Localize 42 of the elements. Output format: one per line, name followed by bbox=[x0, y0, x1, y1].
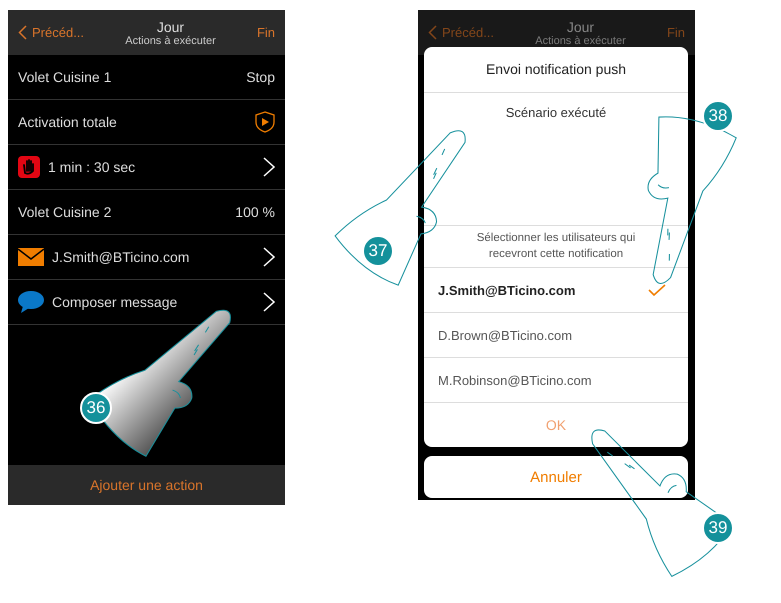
action-row[interactable]: Activation totale bbox=[8, 100, 285, 145]
row-label: Volet Cuisine 1 bbox=[18, 69, 112, 85]
screen-subtitle: Actions à exécuter bbox=[535, 34, 626, 46]
chevron-right-icon bbox=[263, 157, 275, 177]
user-email: D.Brown@BTicino.com bbox=[438, 328, 572, 343]
row-label: Composer message bbox=[52, 294, 178, 310]
user-email: M.Robinson@BTicino.com bbox=[438, 372, 592, 388]
action-row[interactable]: 1 min : 30 sec bbox=[8, 145, 285, 190]
screen-title: Jour bbox=[156, 18, 184, 34]
back-button[interactable]: Précéd... bbox=[18, 25, 84, 40]
user-option[interactable]: D.Brown@BTicino.com bbox=[424, 313, 688, 358]
dialog-prompt: Sélectionner les utilisateurs qui recevront cette notification bbox=[424, 226, 688, 268]
shield-play-icon bbox=[255, 111, 275, 133]
action-row[interactable]: Volet Cuisine 2 100 % bbox=[8, 190, 285, 235]
screen-title: Jour bbox=[566, 18, 594, 34]
step-number-badge: 38 bbox=[702, 100, 734, 132]
user-option[interactable]: J.Smith@BTicino.com bbox=[424, 268, 688, 314]
dialog-title: Envoi notification push bbox=[424, 47, 688, 93]
chevron-right-icon bbox=[263, 247, 275, 267]
hand-stop-icon bbox=[18, 156, 40, 178]
step-number-badge: 39 bbox=[702, 512, 734, 544]
action-row[interactable]: Volet Cuisine 1 Stop bbox=[8, 55, 285, 100]
chevron-left-icon bbox=[18, 25, 27, 40]
user-option[interactable]: M.Robinson@BTicino.com bbox=[424, 358, 688, 404]
step-number-badge: 37 bbox=[362, 235, 394, 267]
chevron-left-icon bbox=[428, 25, 437, 40]
chevron-right-icon bbox=[263, 292, 275, 312]
screen-subtitle: Actions à exécuter bbox=[125, 34, 216, 46]
envelope-icon bbox=[18, 248, 44, 266]
row-label: Activation totale bbox=[18, 114, 118, 130]
speech-bubble-icon bbox=[18, 291, 44, 313]
user-email: J.Smith@BTicino.com bbox=[438, 282, 576, 298]
action-row[interactable]: J.Smith@BTicino.com bbox=[8, 235, 285, 280]
row-value: Stop bbox=[246, 69, 275, 85]
row-label: J.Smith@BTicino.com bbox=[52, 249, 190, 265]
message-field[interactable]: Scénario exécuté bbox=[424, 93, 688, 226]
add-action-button[interactable]: Ajouter une action bbox=[8, 465, 285, 505]
row-value: 100 % bbox=[235, 204, 275, 220]
done-button[interactable]: Fin bbox=[256, 25, 275, 40]
checkmark-icon bbox=[648, 284, 666, 297]
row-label: Volet Cuisine 2 bbox=[18, 204, 112, 220]
row-label: 1 min : 30 sec bbox=[48, 159, 136, 175]
